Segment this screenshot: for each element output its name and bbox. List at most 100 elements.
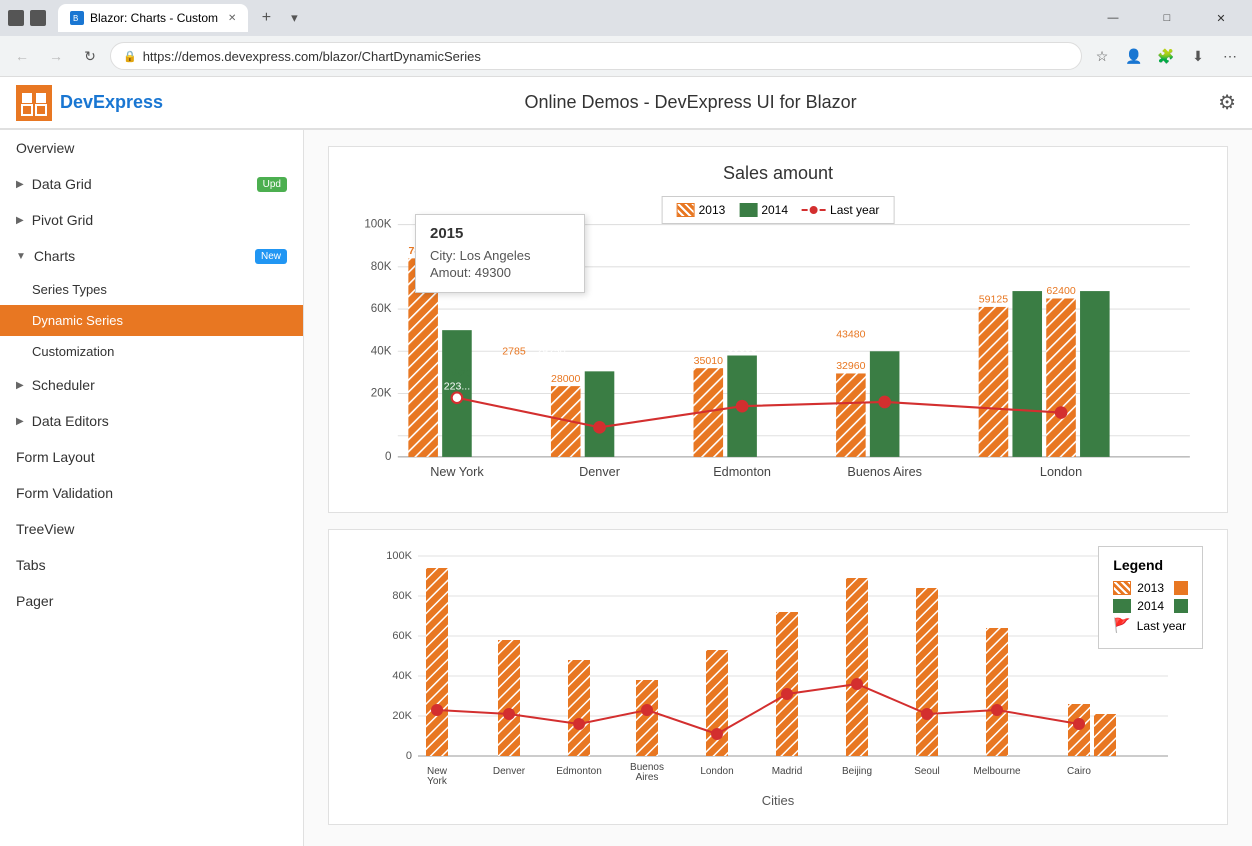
- bar2-edm[interactable]: [568, 660, 590, 756]
- svg-text:0: 0: [385, 450, 391, 463]
- svg-text:32960: 32960: [836, 360, 865, 372]
- svg-text:60K: 60K: [371, 302, 392, 315]
- upd-badge: Upd: [257, 177, 287, 192]
- more-button[interactable]: ⋯: [1216, 42, 1244, 70]
- svg-text:39855: 39855: [727, 342, 756, 354]
- address-bar[interactable]: 🔒 https://demos.devexpress.com/blazor/Ch…: [110, 42, 1082, 70]
- svg-text:York: York: [427, 776, 448, 786]
- lastyear-dot-den[interactable]: [594, 422, 605, 433]
- legend2-color-2013: [1174, 581, 1188, 595]
- bar2-seo[interactable]: [916, 588, 938, 756]
- legend-label-2013: 2013: [699, 203, 726, 217]
- minimize-button[interactable]: —: [1090, 4, 1136, 32]
- chart2-legend: Legend 2013 2014 🚩 Last year: [1098, 546, 1203, 649]
- bar2-lon[interactable]: [706, 650, 728, 756]
- extensions-button[interactable]: 🧩: [1152, 42, 1180, 70]
- chart2-legend-title: Legend: [1113, 557, 1188, 573]
- sidebar-item-overview[interactable]: Overview: [0, 130, 303, 166]
- lastyear-dot-lon[interactable]: [1056, 407, 1067, 418]
- bar2-mad[interactable]: [776, 612, 798, 756]
- lastyear-dot-ny[interactable]: [452, 392, 463, 403]
- browser-tabs: B Blazor: Charts - Custom ✕ + ▾: [8, 4, 1082, 32]
- brand-name: DevExpress: [60, 92, 163, 113]
- bar-lon-2013b[interactable]: [1046, 298, 1076, 456]
- legend2-label-lastyear: Last year: [1137, 619, 1186, 633]
- svg-text:29250: 29250: [536, 345, 565, 357]
- sidebar-item-form-layout[interactable]: Form Layout: [0, 439, 303, 475]
- chart1-tooltip: 2015 City: Los Angeles Amout: 49300: [415, 214, 585, 293]
- bar2-mel[interactable]: [986, 628, 1008, 756]
- svg-text:Aires: Aires: [636, 772, 659, 783]
- header-title: Online Demos - DevExpress UI for Blazor: [525, 92, 857, 113]
- sidebar-item-label: Series Types: [32, 282, 107, 297]
- sidebar-item-dynamic-series[interactable]: Dynamic Series: [0, 305, 303, 336]
- profile-button[interactable]: 👤: [1120, 42, 1148, 70]
- sidebar-item-label: Scheduler: [32, 377, 95, 393]
- svg-text:Denver: Denver: [493, 766, 526, 777]
- chevron-right-icon: ▶: [16, 380, 24, 391]
- tab-close-button[interactable]: ✕: [228, 13, 236, 24]
- legend-item-2014: 2014: [739, 203, 788, 217]
- svg-text:Madrid: Madrid: [772, 766, 803, 777]
- svg-text:62400: 62400: [1046, 285, 1075, 297]
- bar2-cai2[interactable]: [1094, 714, 1116, 756]
- bar2-ny[interactable]: [426, 568, 448, 756]
- sidebar-item-pivot-grid[interactable]: ▶ Pivot Grid: [0, 202, 303, 238]
- svg-text:20K: 20K: [371, 387, 392, 400]
- svg-text:100K: 100K: [386, 550, 412, 562]
- bar-lon-2014[interactable]: [1012, 291, 1042, 457]
- chart2-x-axis-title: Cities: [345, 793, 1211, 808]
- sidebar-item-scheduler[interactable]: ▶ Scheduler: [0, 367, 303, 403]
- sidebar-item-treeview[interactable]: TreeView: [0, 511, 303, 547]
- active-tab[interactable]: B Blazor: Charts - Custom ✕: [58, 4, 248, 32]
- lastyear-dot-edm[interactable]: [737, 401, 748, 412]
- svg-text:43480: 43480: [836, 329, 865, 341]
- browser-chrome: B Blazor: Charts - Custom ✕ + ▾ — □ ✕ ← …: [0, 0, 1252, 77]
- bookmark-button[interactable]: ☆: [1088, 42, 1116, 70]
- bar-lon-2014b[interactable]: [1080, 291, 1110, 457]
- chart1-container: Sales amount 2013 2014: [328, 146, 1228, 513]
- download-button[interactable]: ⬇: [1184, 42, 1212, 70]
- back-button[interactable]: ←: [8, 42, 36, 70]
- sidebar-item-data-grid[interactable]: ▶ Data Grid Upd: [0, 166, 303, 202]
- lastyear-line: [457, 398, 1061, 428]
- forward-button[interactable]: →: [42, 42, 70, 70]
- svg-text:2785: 2785: [502, 345, 526, 357]
- tab-dropdown-button[interactable]: ▾: [284, 8, 304, 28]
- sidebar-item-data-editors[interactable]: ▶ Data Editors: [0, 403, 303, 439]
- close-button[interactable]: ✕: [1198, 4, 1244, 32]
- lastyear-dot-ba[interactable]: [879, 397, 890, 408]
- tooltip-city: City: Los Angeles: [430, 248, 570, 263]
- new-tab-button[interactable]: +: [252, 4, 280, 32]
- bar2-ba[interactable]: [636, 680, 658, 756]
- chart2-svg: 100K 80K 60K 40K 20K 0: [345, 546, 1211, 786]
- reload-button[interactable]: ↻: [76, 42, 104, 70]
- chart1-area: 2013 2014 Last year: [345, 196, 1211, 496]
- sidebar-item-label: Form Layout: [16, 449, 95, 465]
- sidebar-item-label: Overview: [16, 140, 74, 156]
- legend-swatch-2014: [739, 203, 757, 217]
- chevron-down-icon: ▼: [16, 251, 26, 262]
- bar-lon-2013[interactable]: [979, 307, 1009, 457]
- settings-icon[interactable]: ⚙: [1218, 90, 1236, 115]
- sidebar-item-series-types[interactable]: Series Types: [0, 274, 303, 305]
- sidebar-item-pager[interactable]: Pager: [0, 583, 303, 619]
- bar-ba-2013[interactable]: [836, 373, 866, 456]
- svg-text:60K: 60K: [392, 630, 412, 642]
- svg-text:65250: 65250: [1013, 278, 1042, 290]
- sidebar-item-form-validation[interactable]: Form Validation: [0, 475, 303, 511]
- lock-icon: 🔒: [123, 50, 137, 63]
- bar2-bei[interactable]: [846, 578, 868, 756]
- sidebar-item-tabs[interactable]: Tabs: [0, 547, 303, 583]
- sidebar-item-customization[interactable]: Customization: [0, 336, 303, 367]
- toolbar-actions: ☆ 👤 🧩 ⬇ ⋯: [1088, 42, 1244, 70]
- maximize-button[interactable]: □: [1144, 4, 1190, 32]
- main-content: Sales amount 2013 2014: [304, 130, 1252, 846]
- svg-text:London: London: [700, 766, 733, 777]
- svg-text:New York: New York: [430, 465, 484, 479]
- sidebar-item-charts[interactable]: ▼ Charts New: [0, 238, 303, 274]
- bar-den-2014[interactable]: [585, 371, 615, 457]
- bar2-den[interactable]: [498, 640, 520, 756]
- svg-text:28000: 28000: [551, 373, 580, 385]
- svg-text:Cairo: Cairo: [1067, 766, 1091, 777]
